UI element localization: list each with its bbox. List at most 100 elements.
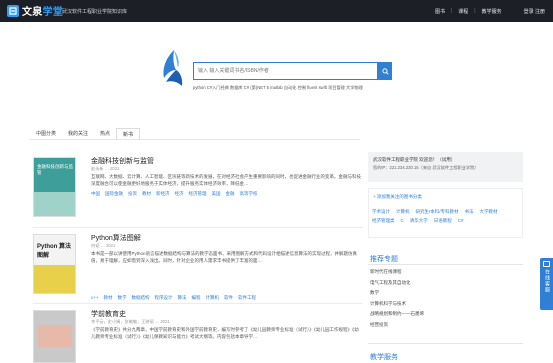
recommend-item[interactable]: 经营投资 — [370, 320, 520, 331]
tabs-divider — [30, 139, 360, 140]
search-button[interactable] — [378, 62, 392, 80]
tab-new-books[interactable]: 新书 — [116, 128, 141, 139]
nav-separator: | — [474, 8, 476, 14]
category-tabs: 中图分类 我的关注 热点 新书 — [30, 128, 141, 139]
brand-emblem-icon — [163, 50, 183, 86]
service-section-title: 教学服务 — [370, 354, 398, 361]
category-link[interactable]: 计算机 — [396, 209, 410, 215]
cover-title: Python 算法图解 — [37, 244, 71, 259]
add-category-link[interactable]: + 添加我关注的图书分类 — [373, 194, 422, 200]
book-title[interactable]: 学前教育史 — [91, 310, 361, 319]
cover-art — [38, 325, 72, 347]
user-info-panel: 武汉软件工程职业学院 欢迎您！（试用） 您的IP：221.234.230.15（… — [368, 152, 523, 182]
book-tag[interactable]: 金融 — [226, 191, 235, 197]
ip-info: 您的IP：221.234.230.15（来自 武汉软件工程职业学院） — [373, 165, 479, 170]
recommend-item[interactable]: 战略规划和制约——石墨烯 — [370, 309, 520, 320]
book-tag[interactable]: 编程 — [192, 295, 201, 301]
hero-section: python C#入门经典 数据库 C# (第)NET 5 matlab 自动化… — [0, 22, 553, 122]
category-link[interactable]: C — [401, 218, 404, 224]
category-link[interactable]: C# — [458, 218, 464, 224]
book-divider — [33, 227, 363, 228]
recommend-item[interactable]: 电气工程及其自动化 — [370, 278, 520, 289]
book-item: 学前教育史 李平云，史小娟，张敏敏，王晓丽 … 2021 《学前教育史》共分九两… — [33, 310, 363, 363]
tab-following[interactable]: 我的关注 — [62, 128, 94, 139]
book-meta: 何韬 … 2021 — [91, 243, 116, 248]
category-link[interactable]: 学术设计 — [372, 209, 390, 215]
book-divider — [33, 303, 363, 304]
book-info: 金融科技创新与监管 赵永新 … 2021 互联网、大数据、云计算、人工智能、区块… — [91, 157, 361, 197]
category-link[interactable]: 清华大学 — [410, 218, 428, 224]
book-tag[interactable]: 数学 — [118, 295, 127, 301]
book-cover[interactable]: Python 算法图解 — [33, 234, 76, 294]
recommend-section-title: 推荐专题 — [370, 256, 398, 263]
book-tag[interactable]: 数据结构 — [132, 295, 150, 301]
book-meta: 赵永新 … 2021 — [91, 166, 120, 171]
nav-teaching-service[interactable]: 教学服务 — [482, 8, 502, 15]
cover-title: 金融科技创新与监管 — [37, 164, 73, 175]
book-tag[interactable]: 新经济 — [156, 191, 170, 197]
top-bar: 文泉学堂 武汉软件工程职业学院知识库 图书 | 课程 | 教学服务 登录 注册 — [0, 0, 553, 22]
category-link[interactable]: 经济管理类 — [372, 218, 395, 224]
search-input[interactable] — [194, 63, 377, 79]
cover-art — [34, 192, 75, 216]
book-tags: c++ 教材 数学 数据结构 程序设计 算法 编程 计算机 软件 软件工程 — [91, 295, 256, 301]
hot-search-tags[interactable]: python C#入门经典 数据库 C# (第)NET 5 matlab 自动化… — [193, 84, 393, 91]
section-divider — [368, 343, 523, 344]
search-box — [193, 62, 378, 80]
category-link[interactable]: 日语教程 — [434, 218, 452, 224]
book-item: Python 算法图解 Python算法图解 何韬 … 2021 本书是一部以讲… — [33, 234, 363, 300]
logo-text: 文泉学堂 — [22, 7, 64, 18]
top-nav: 图书 | 课程 | 教学服务 登录 注册 — [435, 8, 545, 15]
book-tag[interactable]: 教材 — [142, 191, 151, 197]
book-tag[interactable]: 高等学校 — [240, 191, 258, 197]
book-tag[interactable]: 中国 — [91, 191, 100, 197]
book-tag[interactable]: 国际金融 — [105, 191, 123, 197]
welcome-text: 武汉软件工程职业学院 欢迎您！（试用） — [373, 157, 456, 162]
online-service-label: 在线客服 — [544, 269, 550, 293]
category-link[interactable]: 书法 — [465, 209, 474, 215]
book-cover[interactable] — [33, 310, 76, 363]
book-tag[interactable]: 软件工程 — [238, 295, 256, 301]
book-tag[interactable]: 投资 — [128, 191, 137, 197]
institution-name: 武汉软件工程职业学院知识库 — [62, 9, 128, 15]
category-links: 学术设计 计算机 研究生/本科/专科教材 书法 大学教材 经济管理类 C 清华大… — [372, 209, 522, 224]
tab-hot[interactable]: 热点 — [94, 128, 116, 139]
book-item: 金融科技创新与监管 金融科技创新与监管 赵永新 … 2021 互联网、大数据、云… — [33, 157, 363, 229]
category-link[interactable]: 研究生/本科/专科教材 — [416, 209, 459, 215]
book-title[interactable]: Python算法图解 — [91, 234, 361, 243]
followed-categories-panel: + 添加我关注的图书分类 学术设计 计算机 研究生/本科/专科教材 书法 大学教… — [368, 188, 523, 238]
book-tag[interactable]: 教材 — [104, 295, 113, 301]
book-description: 《学前教育史》共分九两章，中国学前教育史和外国学前教育史，编写时参考了《幼儿园教… — [91, 327, 359, 339]
book-tag[interactable]: 算法 — [178, 295, 187, 301]
book-tag[interactable]: c++ — [91, 295, 99, 301]
site-logo[interactable]: 文泉学堂 — [6, 3, 63, 18]
recommend-item[interactable]: 新时代在线课程 — [370, 267, 520, 278]
nav-spacer — [508, 8, 518, 15]
login-register-link[interactable]: 登录 注册 — [524, 8, 545, 15]
book-tag[interactable]: 经济管理 — [189, 191, 207, 197]
book-info: Python算法图解 何韬 … 2021 本书是一部以讲使用Python语言描述… — [91, 234, 361, 264]
book-title[interactable]: 金融科技创新与监管 — [91, 157, 361, 166]
logo-icon — [7, 4, 19, 17]
recommend-item[interactable]: 数学 — [370, 288, 520, 299]
book-description: 本书是一部以讲使用Python语言描述数据结构与算法的教学态面书，采用图解方式和… — [91, 251, 358, 263]
book-tag[interactable]: 软件 — [224, 295, 233, 301]
online-service-button[interactable]: 在线客服 — [540, 258, 553, 310]
book-cover[interactable]: 金融科技创新与监管 — [33, 157, 76, 217]
book-tag[interactable]: 程序设计 — [155, 295, 173, 301]
book-info: 学前教育史 李平云，史小娟，张敏敏，王晓丽 … 2021 《学前教育史》共分九两… — [91, 310, 361, 340]
cover-art — [34, 265, 75, 293]
book-tag[interactable]: 计算机 — [206, 295, 220, 301]
nav-courses[interactable]: 课程 — [458, 8, 468, 15]
book-description: 互联网、大数据、云计算、人工智能、区块链等新技术的发展，在对经济社会产生重要影响… — [91, 174, 361, 186]
search-icon — [381, 67, 389, 75]
category-link[interactable]: 大学教材 — [480, 209, 498, 215]
book-tag[interactable]: 美国 — [212, 191, 221, 197]
nav-books[interactable]: 图书 — [435, 8, 445, 15]
tab-classification[interactable]: 中图分类 — [30, 128, 62, 139]
recommend-list: 新时代在线课程 电气工程及其自动化 数学 计算机科学与技术 战略规划和制约——石… — [370, 267, 520, 330]
book-tag[interactable]: 经济 — [175, 191, 184, 197]
book-tags: 中国 国际金融 投资 教材 新经济 经济 经济管理 美国 金融 高等学校 — [91, 191, 361, 197]
book-meta: 李平云，史小娟，张敏敏，王晓丽 … 2021 — [91, 319, 170, 324]
recommend-item[interactable]: 计算机科学与技术 — [370, 299, 520, 310]
